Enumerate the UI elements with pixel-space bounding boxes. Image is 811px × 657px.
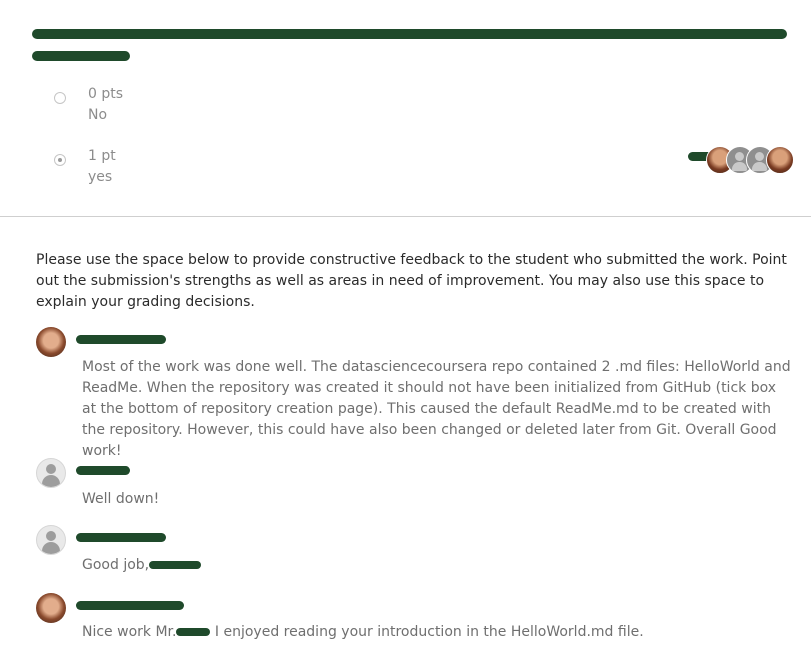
comment-text-start: Nice work Mr. — [82, 624, 177, 640]
redacted-name — [149, 561, 202, 569]
reviewer-avatars — [688, 146, 794, 174]
redacted-commenter-name — [76, 466, 130, 475]
comment-text: Well down! — [82, 491, 160, 507]
option-points: 0 pts — [88, 86, 124, 102]
question-prompt — [30, 26, 790, 66]
option-label: No — [88, 107, 108, 123]
redacted-question-text — [32, 29, 787, 39]
avatar — [766, 146, 794, 174]
redacted-commenter-name — [76, 335, 166, 344]
user-avatar-icon — [36, 458, 66, 488]
redacted-commenter-name — [76, 601, 184, 610]
option-points: 1 pt — [88, 148, 116, 164]
comment-text: Nice work Mr. I enjoyed reading your int… — [82, 622, 792, 643]
section-divider — [0, 216, 811, 217]
avatar — [36, 327, 66, 357]
avatar — [36, 593, 66, 623]
comment-text: Most of the work was done well. The data… — [82, 359, 791, 459]
radio-button[interactable] — [54, 92, 66, 104]
comment-text: Good job, — [82, 555, 792, 576]
feedback-instructions: Please use the space below to provide co… — [36, 252, 787, 310]
comment-text-start: Good job, — [82, 557, 150, 573]
option-label: yes — [88, 169, 113, 185]
redacted-question-text — [32, 51, 130, 61]
redacted-commenter-name — [76, 533, 166, 542]
comment-text-end: I enjoyed reading your introduction in t… — [210, 624, 644, 640]
radio-button-selected[interactable] — [54, 154, 66, 166]
redacted-name — [176, 628, 211, 636]
user-avatar-icon — [36, 525, 66, 555]
